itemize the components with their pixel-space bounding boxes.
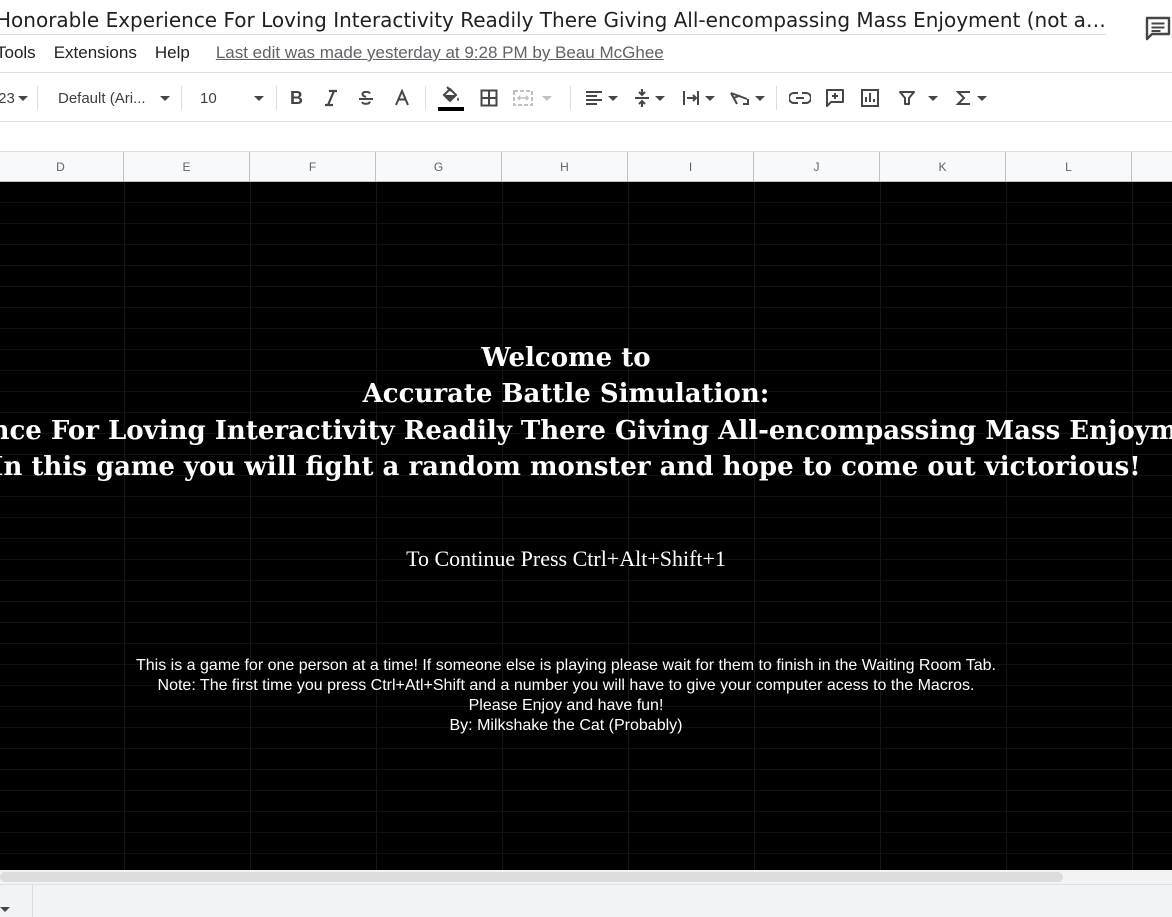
cell-grid[interactable]: Welcome to Accurate Battle Simulation: H… [0,182,1172,870]
macro-access-note: Note: The first time you press Ctrl+Atl+… [157,677,975,694]
merge-cells-icon [513,90,533,106]
font-size-dropdown[interactable]: 10 [192,73,270,123]
continue-instruction: To Continue Press Ctrl+Alt+Shift+1 [406,546,726,571]
text-rotation-icon [730,92,749,105]
chart-icon [861,89,879,107]
italic-icon [325,89,337,107]
text-wrap-icon [683,91,699,105]
chevron-down-icon [705,95,715,101]
menu-help[interactable]: Help [155,43,190,63]
filter-icon [899,91,915,105]
italic-button[interactable] [318,73,344,123]
paint-bucket-icon [442,85,459,102]
chevron-down-icon [542,95,552,101]
toolbar-divider [181,86,182,110]
horizontal-align-button[interactable] [580,73,622,123]
link-icon [789,92,811,104]
font-family-label: Default (Ari... [58,89,146,107]
document-title[interactable]: Honorable Experience For Loving Interact… [0,5,1106,35]
sheet-bar-divider [32,885,33,917]
column-header-l[interactable]: L [1006,152,1132,182]
bold-icon: B [290,89,303,107]
strikethrough-icon [359,90,373,105]
sigma-icon [955,91,970,105]
vertical-align-button[interactable] [628,73,670,123]
fill-color-swatch [438,106,464,111]
number-format-label: 23 [0,89,15,107]
sheet-tab-bar [0,884,1172,917]
insert-link-button[interactable] [786,73,814,123]
toolbar-divider [425,86,426,110]
add-comment-icon [826,89,844,107]
single-player-note: This is a game for one person at a time!… [136,657,996,674]
chevron-down-icon [928,95,938,101]
menu-extensions[interactable]: Extensions [54,43,137,63]
fill-color-button[interactable] [436,73,466,123]
chevron-down-icon [608,95,618,101]
text-color-icon [395,89,409,106]
game-long-title: Honorable Experience For Loving Interact… [0,416,1172,446]
insert-chart-button[interactable] [856,73,884,123]
column-header-i[interactable]: I [628,152,754,182]
chevron-down-icon [17,95,28,101]
menu-tools[interactable]: Tools [0,43,36,63]
functions-button[interactable] [950,73,992,123]
column-header-f[interactable]: F [250,152,376,182]
horizontal-scrollbar[interactable] [0,870,1172,884]
bold-button[interactable]: B [283,73,309,123]
borders-button[interactable] [476,73,502,123]
strikethrough-button[interactable] [353,73,379,123]
number-format-dropdown[interactable]: 23 [0,73,28,123]
column-header-k[interactable]: K [880,152,1006,182]
last-edit-link[interactable]: Last edit was made yesterday at 9:28 PM … [216,43,664,63]
chevron-down-icon[interactable] [0,907,10,912]
author-credit: By: Milkshake the Cat (Probably) [449,717,683,734]
chevron-down-icon [755,95,765,101]
comment-history-icon[interactable] [1143,14,1172,44]
insert-comment-button[interactable] [821,73,849,123]
column-header-d[interactable]: D [0,152,124,182]
column-header-h[interactable]: H [502,152,628,182]
text-color-button[interactable] [389,73,415,123]
font-size-label: 10 [200,89,217,107]
column-headers: D E F G H I J K L [0,152,1172,182]
align-left-icon [586,91,602,105]
enjoy-note: Please Enjoy and have fun! [468,697,664,714]
text-rotation-button[interactable] [726,73,768,123]
merge-cells-button[interactable] [512,73,560,123]
chevron-down-icon [655,95,665,101]
vertical-align-icon [635,89,649,107]
column-header-j[interactable]: J [754,152,880,182]
toolbar-divider [37,86,38,110]
toolbar-divider [276,86,277,110]
toolbar-divider [570,86,571,110]
filter-button[interactable] [893,73,943,123]
toolbar-divider [776,86,777,110]
font-family-dropdown[interactable]: Default (Ari... [50,73,175,123]
borders-icon [480,89,498,107]
scrollbar-thumb[interactable] [0,872,1063,882]
toolbar: 23 Default (Ari... 10 B [0,72,1172,122]
svg-text:B: B [290,89,303,107]
text-wrapping-button[interactable] [677,73,719,123]
game-intro: In this game you will fight a random mon… [0,452,1141,482]
chevron-down-icon [159,95,170,101]
formula-bar[interactable] [0,122,1172,152]
welcome-heading: Welcome to [481,343,651,373]
column-header-e[interactable]: E [124,152,250,182]
menu-bar: Tools Extensions Help Last edit was made… [0,40,664,66]
chevron-down-icon [253,95,264,101]
game-subtitle: Accurate Battle Simulation: [362,379,770,409]
column-header-g[interactable]: G [376,152,502,182]
chevron-down-icon [977,95,987,101]
